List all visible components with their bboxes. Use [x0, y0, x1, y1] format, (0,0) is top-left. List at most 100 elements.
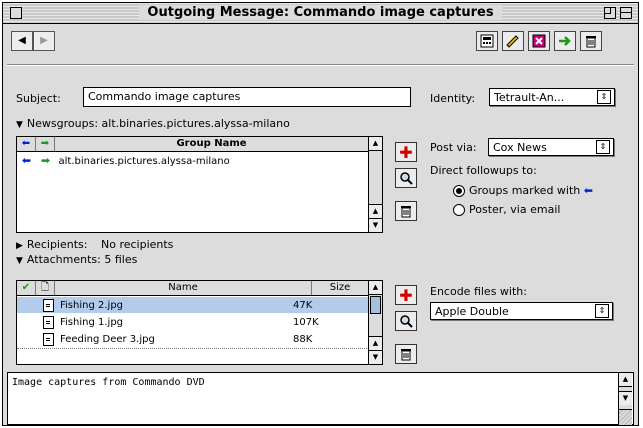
send-button[interactable] — [554, 31, 576, 51]
resize-grip-icon[interactable] — [619, 409, 632, 425]
attachment-name: Feeding Deer 3.jpg — [60, 334, 155, 345]
radio-selected-icon — [453, 185, 465, 197]
popup-arrows-icon: ⇕ — [597, 90, 611, 104]
blue-arrow-icon: ⬅ — [21, 154, 32, 167]
attachments-list-header: ✔ 🗋 Name Size — [17, 281, 369, 296]
scroll-up-icon[interactable]: ▲ — [369, 336, 382, 350]
disclosure-closed-icon: ▶ — [16, 241, 23, 251]
attachment-size: 47K — [293, 300, 313, 311]
name-column[interactable]: Name — [55, 281, 312, 295]
trash-icon — [586, 36, 596, 48]
arrow-left-icon: ◀ — [18, 35, 26, 46]
collapse-box[interactable] — [620, 7, 632, 19]
scroll-down-icon[interactable]: ▼ — [369, 218, 382, 232]
message-body[interactable]: Image captures from Commando DVD ▲ ▼ — [7, 372, 634, 425]
toolbar-divider-highlight — [7, 65, 634, 66]
group-name-column[interactable]: Group Name — [55, 137, 369, 151]
scroll-up-icon[interactable]: ▲ — [619, 373, 632, 387]
add-attachment-button[interactable]: ✚ — [395, 285, 417, 305]
attachments-label: Attachments: 5 files — [26, 253, 138, 266]
followups-groups-label: Groups marked with — [469, 184, 581, 197]
scroll-up-icon[interactable]: ▲ — [369, 281, 382, 295]
scroll-down-icon[interactable]: ▼ — [619, 391, 632, 405]
attachment-size: 107K — [293, 317, 319, 328]
newsgroups-disclosure[interactable]: ▼ Newsgroups: alt.binaries.pictures.alyss… — [16, 117, 290, 130]
scroll-up-icon[interactable]: ▲ — [369, 204, 382, 218]
attachments-list[interactable]: ✔ 🗋 Name Size Fishing 2.jpg 47K Fishing 1… — [16, 280, 383, 365]
back-button[interactable]: ◀ — [11, 31, 33, 51]
followups-poster-radio[interactable]: Poster, via email — [453, 203, 560, 216]
magnifier-icon — [400, 172, 413, 185]
green-arrow-icon: ➡ — [40, 154, 51, 167]
attachment-row[interactable]: Feeding Deer 3.jpg 88K — [17, 331, 369, 347]
trash-button[interactable] — [580, 31, 602, 51]
newsgroups-list-header: ⬅ ➡ Group Name — [17, 137, 369, 152]
newsgroup-row[interactable]: ⬅ ➡ alt.binaries.pictures.alyssa-milano — [17, 153, 369, 169]
pencil-icon — [506, 35, 519, 48]
remove-newsgroup-button[interactable] — [395, 201, 417, 221]
image-file-icon — [43, 332, 54, 346]
post-via-popup[interactable]: Cox News ⇕ — [488, 138, 614, 156]
attachment-name: Fishing 1.jpg — [60, 317, 124, 328]
followups-label: Direct followups to: — [430, 164, 537, 177]
newsgroup-name: alt.binaries.pictures.alyssa-milano — [58, 156, 230, 167]
scroll-up-icon[interactable]: ▲ — [369, 137, 382, 151]
subject-input[interactable]: Commando image captures — [83, 87, 411, 107]
attachment-row[interactable]: Fishing 2.jpg 47K — [17, 297, 369, 313]
green-arrow-icon: ➡ — [36, 137, 55, 151]
red-x-icon — [532, 34, 546, 48]
size-column[interactable]: Size — [312, 281, 369, 295]
arrow-right-icon: ▶ — [40, 35, 48, 46]
forward-button[interactable]: ▶ — [33, 31, 55, 51]
message-body-text: Image captures from Commando DVD — [12, 377, 205, 388]
blue-arrow-icon: ⬅ — [583, 184, 593, 197]
popup-arrows-icon: ⇕ — [596, 140, 610, 154]
followups-groups-radio[interactable]: Groups marked with ⬅ — [453, 184, 593, 197]
calculator-icon — [480, 34, 494, 48]
message-window: Outgoing Message: Commando image capture… — [2, 2, 639, 426]
recipients-disclosure[interactable]: ▶ Recipients: No recipients — [16, 238, 173, 251]
calculator-button[interactable] — [476, 31, 498, 51]
scroll-down-icon[interactable]: ▼ — [369, 350, 382, 364]
document-icon: 🗋 — [36, 281, 55, 295]
identity-value: Tetrault-An... — [494, 91, 565, 104]
newsgroups-list[interactable]: ⬅ ➡ Group Name ⬅ ➡ alt.binaries.pictures.… — [16, 136, 383, 233]
attachments-scrollbar[interactable]: ▲ ▲ ▼ — [368, 281, 382, 364]
subject-label: Subject: — [16, 92, 61, 105]
toolbar: ◀ ▶ — [7, 27, 634, 59]
popup-arrows-icon: ⇕ — [595, 304, 609, 318]
disclosure-open-icon: ▼ — [16, 256, 23, 266]
attachment-size: 88K — [293, 334, 313, 345]
trash-icon — [401, 206, 411, 218]
image-file-icon — [43, 298, 54, 312]
title-bar[interactable]: Outgoing Message: Commando image capture… — [3, 3, 638, 24]
newsgroups-label: Newsgroups: — [26, 117, 99, 130]
blue-arrow-icon: ⬅ — [17, 137, 36, 151]
search-newsgroup-button[interactable] — [395, 168, 417, 188]
post-via-value: Cox News — [493, 141, 547, 154]
window-title: Outgoing Message: Commando image capture… — [3, 5, 638, 20]
newsgroups-value: alt.binaries.pictures.alyssa-milano — [101, 117, 290, 130]
disclosure-open-icon: ▼ — [16, 120, 23, 130]
body-scrollbar[interactable]: ▲ ▼ — [618, 373, 632, 425]
plus-icon: ✚ — [399, 142, 413, 162]
encode-value: Apple Double — [435, 305, 509, 318]
identity-popup[interactable]: Tetrault-An... ⇕ — [489, 88, 615, 106]
zoom-box[interactable] — [604, 7, 616, 19]
add-newsgroup-button[interactable]: ✚ — [395, 142, 417, 162]
search-attachment-button[interactable] — [395, 311, 417, 331]
encode-popup[interactable]: Apple Double ⇕ — [430, 302, 613, 320]
attachments-disclosure[interactable]: ▼ Attachments: 5 files — [16, 253, 137, 266]
post-via-label: Post via: — [430, 141, 477, 154]
encode-label: Encode files with: — [430, 285, 527, 298]
newsgroups-scrollbar[interactable]: ▲ ▲ ▼ — [368, 137, 382, 232]
trash-icon — [401, 349, 411, 361]
edit-button[interactable] — [502, 31, 524, 51]
remove-attachment-button[interactable] — [395, 344, 417, 364]
scroll-thumb[interactable] — [370, 296, 381, 314]
delete-button[interactable] — [528, 31, 550, 51]
followups-poster-label: Poster, via email — [469, 203, 561, 216]
attachment-row[interactable]: Fishing 1.jpg 107K — [17, 314, 369, 330]
recipients-value: No recipients — [100, 238, 174, 251]
image-file-icon — [43, 315, 54, 329]
